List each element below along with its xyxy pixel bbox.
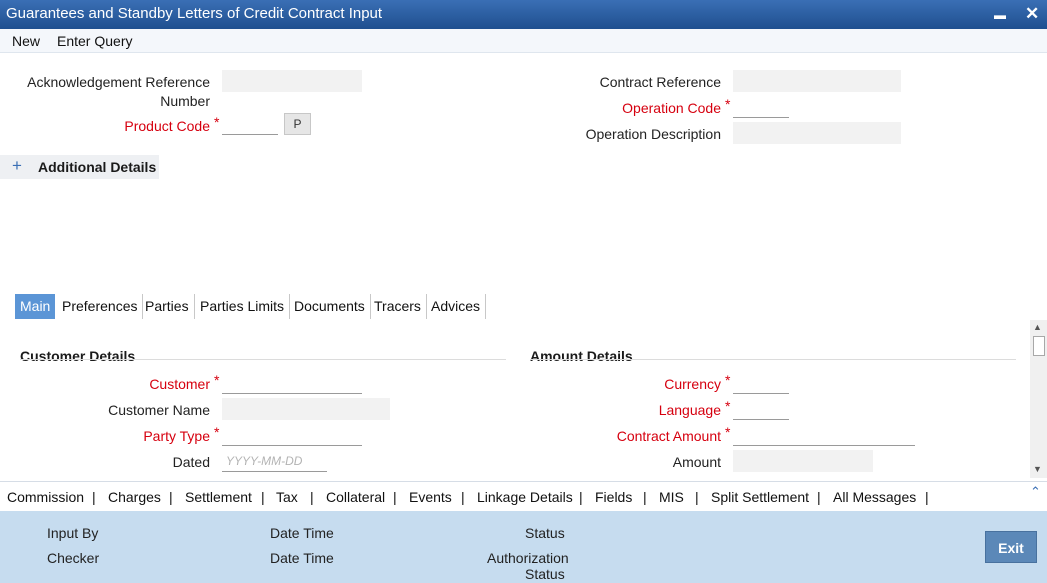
currency-label: Currency: [664, 376, 721, 392]
required-mark: *: [725, 96, 731, 112]
party-type-label: Party Type: [143, 428, 210, 444]
language-label: Language: [658, 402, 721, 418]
customer-details-title: Customer Details: [20, 348, 136, 364]
separator: |: [393, 489, 397, 505]
scroll-down-icon[interactable]: ▼: [1033, 464, 1042, 474]
operation-desc-label: Operation Description: [585, 126, 721, 142]
amount-details-divider: [530, 359, 1016, 360]
ack-ref-field[interactable]: [222, 70, 362, 92]
audit-footer: Input By Checker Date Time Date Time Sta…: [0, 511, 1047, 583]
status-label: Status: [525, 525, 565, 541]
subscreen-split-settlement[interactable]: Split Settlement: [711, 489, 809, 505]
separator: |: [169, 489, 173, 505]
contract-amount-label: Contract Amount: [616, 428, 721, 444]
subscreen-all-messages[interactable]: All Messages: [833, 489, 916, 505]
checker-label: Checker: [47, 550, 100, 566]
authorization-label: Authorization: [487, 550, 569, 566]
ack-ref-label-line1: Acknowledgement Reference: [27, 74, 210, 90]
subscreen-commission[interactable]: Commission: [7, 489, 84, 505]
scroll-up-icon[interactable]: ▲: [1033, 322, 1042, 332]
window-title: Guarantees and Standby Letters of Credit…: [6, 5, 383, 22]
vertical-scrollbar[interactable]: ▲ ▼: [1030, 320, 1047, 478]
language-field[interactable]: [733, 398, 789, 420]
required-mark: *: [214, 424, 220, 440]
close-icon[interactable]: ✕: [1025, 0, 1039, 28]
separator: |: [643, 489, 647, 505]
amount-label: Amount: [672, 454, 721, 470]
input-by-label: Input By: [47, 525, 99, 541]
party-type-field[interactable]: [222, 424, 362, 446]
required-mark: *: [725, 424, 731, 440]
separator: |: [817, 489, 821, 505]
date-time-label: Date Time: [270, 525, 334, 541]
tab-preferences[interactable]: Preferences: [57, 294, 144, 319]
subscreen-linkage-details[interactable]: Linkage Details: [477, 489, 573, 505]
contract-ref-label: Contract Reference: [599, 74, 721, 90]
separator: |: [461, 489, 465, 505]
customer-name-label: Customer Name: [108, 402, 210, 418]
customer-label: Customer: [149, 376, 210, 392]
amount-field: [733, 450, 873, 472]
separator: |: [579, 489, 583, 505]
product-code-lookup-button[interactable]: P: [284, 113, 311, 135]
subscreen-mis[interactable]: MIS: [659, 489, 684, 505]
product-code-field[interactable]: [222, 113, 278, 135]
amount-details-title: Amount Details: [530, 348, 633, 364]
dated-label: Dated: [172, 454, 210, 470]
tab-tracers[interactable]: Tracers: [369, 294, 427, 319]
separator: |: [925, 489, 929, 505]
separator: |: [261, 489, 265, 505]
date-time-label: Date Time: [270, 550, 334, 566]
operation-code-field[interactable]: [733, 96, 789, 118]
dated-placeholder: YYYY-MM-DD: [226, 454, 303, 468]
scroll-thumb[interactable]: [1033, 336, 1045, 356]
additional-details-toggle[interactable]: + Additional Details: [0, 155, 159, 179]
required-mark: *: [214, 114, 220, 130]
ack-ref-label-line2: Number: [160, 93, 210, 109]
required-mark: *: [214, 372, 220, 388]
tab-documents[interactable]: Documents: [289, 294, 371, 319]
subscreen-fields[interactable]: Fields: [595, 489, 632, 505]
exit-button[interactable]: Exit: [985, 531, 1037, 563]
separator: |: [310, 489, 314, 505]
authorization-status-label: Status: [525, 566, 565, 582]
subscreen-events[interactable]: Events: [409, 489, 452, 505]
separator: |: [92, 489, 96, 505]
additional-details-label: Additional Details: [38, 159, 157, 175]
menu-bar: New Enter Query: [0, 29, 1047, 53]
tab-parties[interactable]: Parties: [140, 294, 195, 319]
contract-ref-field[interactable]: [733, 70, 901, 92]
minimize-icon[interactable]: ▬: [994, 1, 1006, 29]
tab-main[interactable]: Main: [15, 294, 56, 319]
subscreen-charges[interactable]: Charges: [108, 489, 161, 505]
subscreen-tax[interactable]: Tax: [276, 489, 298, 505]
customer-details-divider: [20, 359, 506, 360]
ack-ref-label: Acknowledgement Reference Number: [10, 74, 210, 112]
window-title-bar: Guarantees and Standby Letters of Credit…: [0, 0, 1047, 29]
contract-amount-field[interactable]: [733, 424, 915, 446]
subscreen-bar: Commission | Charges | Settlement | Tax …: [0, 481, 1047, 511]
subscreen-collateral[interactable]: Collateral: [326, 489, 385, 505]
tab-advices[interactable]: Advices: [426, 294, 487, 319]
operation-code-label: Operation Code: [622, 100, 721, 116]
required-mark: *: [725, 372, 731, 388]
customer-name-field: [222, 398, 390, 420]
customer-field[interactable]: [222, 372, 362, 394]
new-menu-item[interactable]: New: [12, 33, 40, 49]
subscreen-settlement[interactable]: Settlement: [185, 489, 252, 505]
enter-query-menu-item[interactable]: Enter Query: [57, 33, 132, 49]
currency-field[interactable]: [733, 372, 789, 394]
product-code-label: Product Code: [124, 118, 210, 134]
operation-desc-field: [733, 122, 901, 144]
expand-icon: +: [12, 156, 22, 175]
collapse-subscreens-icon[interactable]: ⌃: [1030, 484, 1041, 500]
required-mark: *: [725, 398, 731, 414]
separator: |: [695, 489, 699, 505]
tab-parties-limits[interactable]: Parties Limits: [195, 294, 291, 319]
